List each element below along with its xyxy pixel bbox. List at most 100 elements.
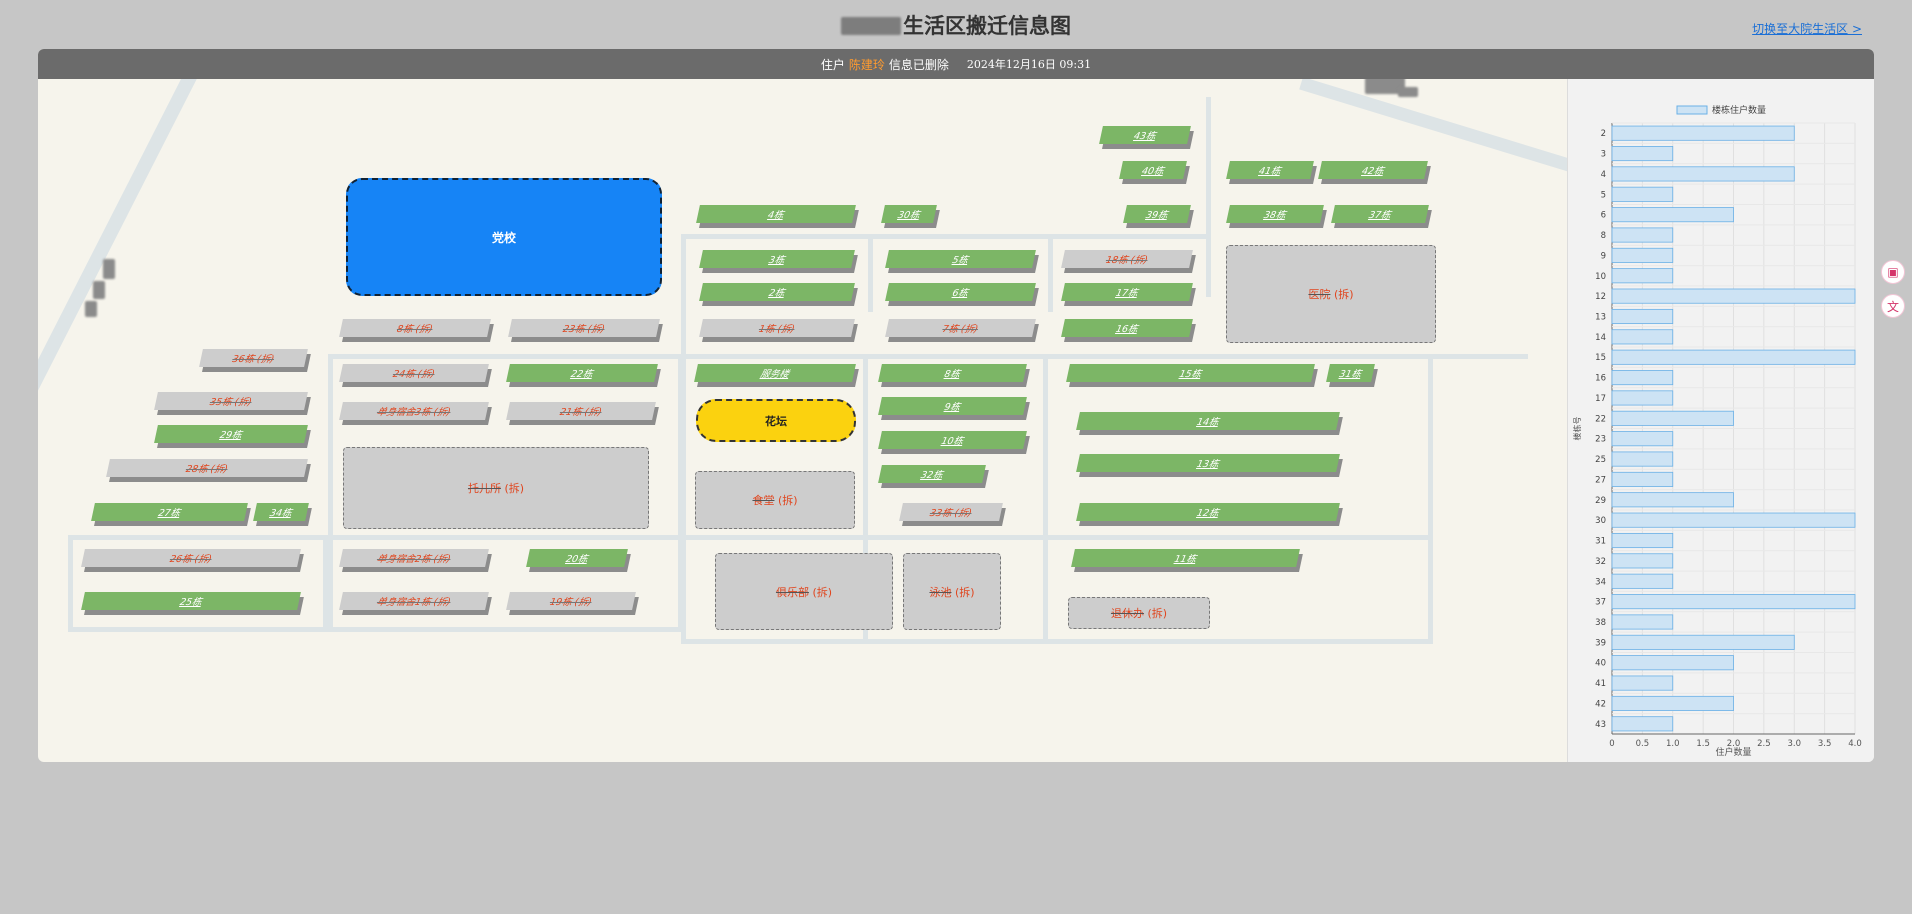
building-bdorm2[interactable]: 单身宿舍2栋 (拆) [339, 549, 489, 567]
x-tick-label: 1.5 [1696, 739, 1710, 749]
building-b42[interactable]: 42栋 [1318, 161, 1428, 179]
x-tick-label: 4.0 [1848, 739, 1862, 749]
building-b2[interactable]: 2栋 [699, 283, 855, 301]
y-tick-label: 14 [1595, 333, 1606, 343]
building-b40[interactable]: 40栋 [1119, 161, 1187, 179]
building-b25[interactable]: 25栋 [81, 592, 301, 610]
y-tick-label: 42 [1595, 699, 1606, 709]
y-tick-label: 29 [1595, 496, 1606, 506]
site-map: 党校 花坛 医院 (拆) 托儿所 (拆) 食堂 (拆) 俱乐部 (拆) 泳池 (… [38, 79, 1567, 762]
y-tick-label: 13 [1595, 312, 1606, 322]
retirement-office-zone[interactable]: 退休办 (拆) [1068, 597, 1210, 629]
building-b37[interactable]: 37栋 [1331, 205, 1429, 223]
bar-37 [1611, 594, 1856, 610]
zone-demolished-tag: (拆) [812, 585, 833, 599]
notice-prefix: 住户 [820, 57, 845, 72]
building-b10[interactable]: 10栋 [878, 431, 1027, 449]
y-tick-label: 23 [1595, 435, 1606, 445]
page-title: 生活区搬迁信息图 [0, 10, 1912, 40]
switch-district-link[interactable]: 切换至大院生活区 > [1752, 20, 1862, 37]
building-b33[interactable]: 33栋 (拆) [899, 503, 1003, 521]
zone-label: 托儿所 [467, 482, 501, 495]
bar-4 [1611, 166, 1795, 182]
zone-demolished-tag: (拆) [1333, 288, 1354, 301]
nursery-zone[interactable]: 托儿所 (拆) [343, 447, 649, 529]
building-b13[interactable]: 13栋 [1076, 454, 1340, 472]
y-tick-label: 30 [1595, 516, 1606, 526]
building-b18[interactable]: 18栋 (拆) [1061, 250, 1193, 268]
building-b4[interactable]: 4栋 [696, 205, 856, 223]
building-b35[interactable]: 35栋 (拆) [154, 392, 308, 410]
club-zone[interactable]: 俱乐部 (拆) [715, 553, 893, 630]
building-b36[interactable]: 36栋 (拆) [199, 349, 308, 367]
translate-icon[interactable]: 文 [1881, 294, 1905, 318]
building-b27[interactable]: 27栋 [91, 503, 248, 521]
building-b22[interactable]: 22栋 [506, 364, 658, 382]
road [68, 535, 1433, 540]
building-b41[interactable]: 41栋 [1226, 161, 1314, 179]
building-b17[interactable]: 17栋 [1061, 283, 1193, 301]
building-b8d[interactable]: 8栋 (拆) [339, 319, 491, 337]
building-b24[interactable]: 24栋 (拆) [339, 364, 489, 382]
canteen-zone[interactable]: 食堂 (拆) [695, 471, 855, 529]
bar-25 [1611, 451, 1674, 467]
x-tick-label: 3.0 [1787, 739, 1801, 749]
bar-23 [1611, 431, 1674, 447]
building-b16[interactable]: 16栋 [1061, 319, 1193, 337]
building-b6[interactable]: 6栋 [885, 283, 1036, 301]
bar-3 [1611, 146, 1674, 162]
building-b28[interactable]: 28栋 (拆) [106, 459, 308, 477]
building-b20[interactable]: 20栋 [526, 549, 628, 567]
layout-icon[interactable]: ▣ [1881, 260, 1905, 284]
building-bdorm3[interactable]: 单身宿舍3栋 (拆) [339, 402, 489, 420]
zone-demolished-tag: (拆) [777, 494, 798, 507]
building-b26[interactable]: 26栋 (拆) [81, 549, 301, 567]
y-tick-label: 4 [1601, 170, 1606, 180]
building-b1[interactable]: 1栋 (拆) [699, 319, 855, 337]
y-tick-label: 16 [1595, 374, 1606, 384]
main-panel: 住户 陈建玲 信息已删除 2024年12月16日 09:31 党校 花坛 医院 … [38, 49, 1874, 762]
building-b32[interactable]: 32栋 [878, 465, 986, 483]
hospital-zone[interactable]: 医院 (拆) [1226, 245, 1436, 343]
building-b14[interactable]: 14栋 [1076, 412, 1340, 430]
building-b19[interactable]: 19栋 (拆) [506, 592, 636, 610]
redacted-marker [103, 259, 115, 279]
bar-29 [1611, 492, 1734, 508]
building-b5[interactable]: 5栋 [885, 250, 1036, 268]
y-tick-label: 25 [1595, 455, 1606, 465]
redacted-marker [85, 301, 97, 317]
flowerbed-area[interactable]: 花坛 [696, 399, 856, 442]
y-tick-label: 3 [1601, 150, 1606, 160]
building-b9[interactable]: 9栋 [878, 397, 1027, 415]
building-b30[interactable]: 30栋 [881, 205, 937, 223]
building-b23[interactable]: 23栋 (拆) [508, 319, 660, 337]
bar-22 [1611, 410, 1734, 426]
building-b8[interactable]: 8栋 [878, 364, 1027, 382]
building-b11[interactable]: 11栋 [1071, 549, 1300, 567]
road [68, 535, 73, 632]
bar-13 [1611, 308, 1674, 325]
bar-2 [1611, 125, 1795, 141]
building-b12[interactable]: 12栋 [1076, 503, 1340, 521]
building-b38[interactable]: 38栋 [1226, 205, 1324, 223]
building-bsvc[interactable]: 服务楼 [694, 364, 856, 382]
road [683, 639, 1433, 644]
bar-10 [1611, 268, 1674, 284]
building-b21[interactable]: 21栋 (拆) [506, 402, 656, 420]
x-axis-title: 住户数量 [1715, 746, 1751, 758]
bar-31 [1611, 532, 1674, 549]
building-b15[interactable]: 15栋 [1066, 364, 1315, 382]
building-b34[interactable]: 34栋 [253, 503, 309, 521]
building-b31[interactable]: 31栋 [1326, 364, 1375, 382]
resident-count-chart: 楼栋住户数量 0 0.5 1.0 1.5 2.0 2.5 3.0 3.5 4.0 2 3 4 5 6 8 9 10… [1567, 79, 1874, 762]
pool-zone[interactable]: 泳池 (拆) [903, 553, 1001, 630]
building-b43[interactable]: 43栋 [1099, 126, 1191, 144]
building-b3[interactable]: 3栋 [699, 250, 855, 268]
party-school-area[interactable]: 党校 [346, 178, 662, 296]
building-b29[interactable]: 29栋 [154, 425, 308, 443]
building-bdorm1[interactable]: 单身宿舍1栋 (拆) [339, 592, 489, 610]
y-tick-label: 34 [1595, 577, 1606, 587]
road [68, 627, 683, 632]
building-b39[interactable]: 39栋 [1123, 205, 1191, 223]
building-b7[interactable]: 7栋 (拆) [885, 319, 1036, 337]
